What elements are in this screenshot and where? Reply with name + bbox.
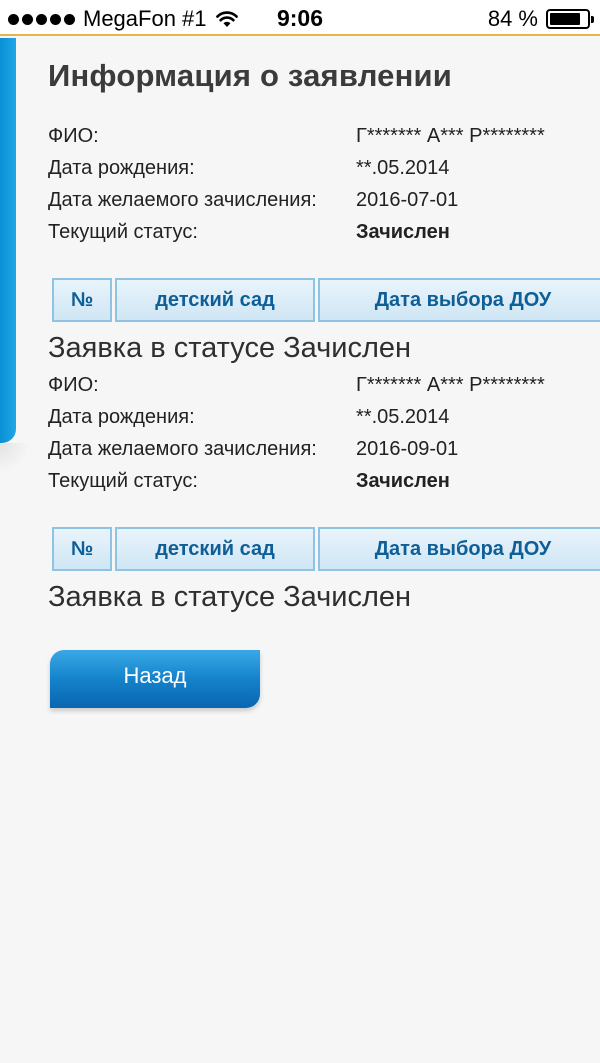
kindergarten-table-header: № детский сад Дата выбора ДОУ [52,527,600,571]
info-row-fio: ФИО: Г******* А*** Р******** [48,369,600,401]
column-header-selection-date[interactable]: Дата выбора ДОУ [318,527,600,571]
info-row-status: Текущий статус: Зачислен [48,216,600,248]
info-row-birth-date: Дата рождения: **.05.2014 [48,152,600,184]
info-row-desired-date: Дата желаемого зачисления: 2016-09-01 [48,433,600,465]
status-label: Текущий статус: [48,220,198,243]
application-block: ФИО: Г******* А*** Р******** Дата рожден… [48,120,600,365]
info-row-desired-date: Дата желаемого зачисления: 2016-07-01 [48,184,600,216]
column-header-selection-date[interactable]: Дата выбора ДОУ [318,278,600,322]
birth-date-value: **.05.2014 [356,405,450,428]
column-header-number[interactable]: № [52,527,112,571]
desired-date-value: 2016-07-01 [356,188,459,211]
side-tab-shadow [0,443,30,473]
birth-date-value: **.05.2014 [356,156,450,179]
main-content: Информация о заявлении ФИО: Г******* А**… [48,58,600,624]
application-status-heading: Заявка в статусе Зачислен [48,581,412,613]
fio-label: ФИО: [48,124,99,147]
column-header-kindergarten[interactable]: детский сад [115,278,315,322]
kindergarten-table-header: № детский сад Дата выбора ДОУ [52,278,600,322]
battery-icon [546,9,594,29]
fio-label: ФИО: [48,373,99,396]
info-row-status: Текущий статус: Зачислен [48,465,600,497]
fio-value: Г******* А*** Р******** [356,124,545,147]
side-menu-tab[interactable] [0,38,16,443]
status-bar-right: 84 % [487,6,594,32]
status-label: Текущий статус: [48,469,198,492]
desired-date-value: 2016-09-01 [356,437,459,460]
status-bar-left: MegaFon #1 [8,6,239,32]
status-bar: MegaFon #1 9:06 84 % [0,0,600,36]
back-button[interactable]: Назад [50,650,260,708]
column-header-kindergarten[interactable]: детский сад [115,527,315,571]
application-status-heading: Заявка в статусе Зачислен [48,332,412,364]
page-title: Информация о заявлении [48,58,453,93]
wifi-icon [215,11,238,27]
fio-value: Г******* А*** Р******** [356,373,545,396]
birth-date-label: Дата рождения: [48,405,195,428]
status-value: Зачислен [356,220,450,243]
application-block: ФИО: Г******* А*** Р******** Дата рожден… [48,369,600,614]
battery-percentage: 84 % [487,6,538,31]
birth-date-label: Дата рождения: [48,156,195,179]
info-row-birth-date: Дата рождения: **.05.2014 [48,401,600,433]
signal-strength-icon [8,13,75,25]
status-value: Зачислен [356,469,450,492]
desired-date-label: Дата желаемого зачисления: [48,188,317,211]
battery-fill [550,13,581,25]
column-header-number[interactable]: № [52,278,112,322]
desired-date-label: Дата желаемого зачисления: [48,437,317,460]
carrier-name: MegaFon #1 [83,6,207,31]
info-row-fio: ФИО: Г******* А*** Р******** [48,120,600,152]
